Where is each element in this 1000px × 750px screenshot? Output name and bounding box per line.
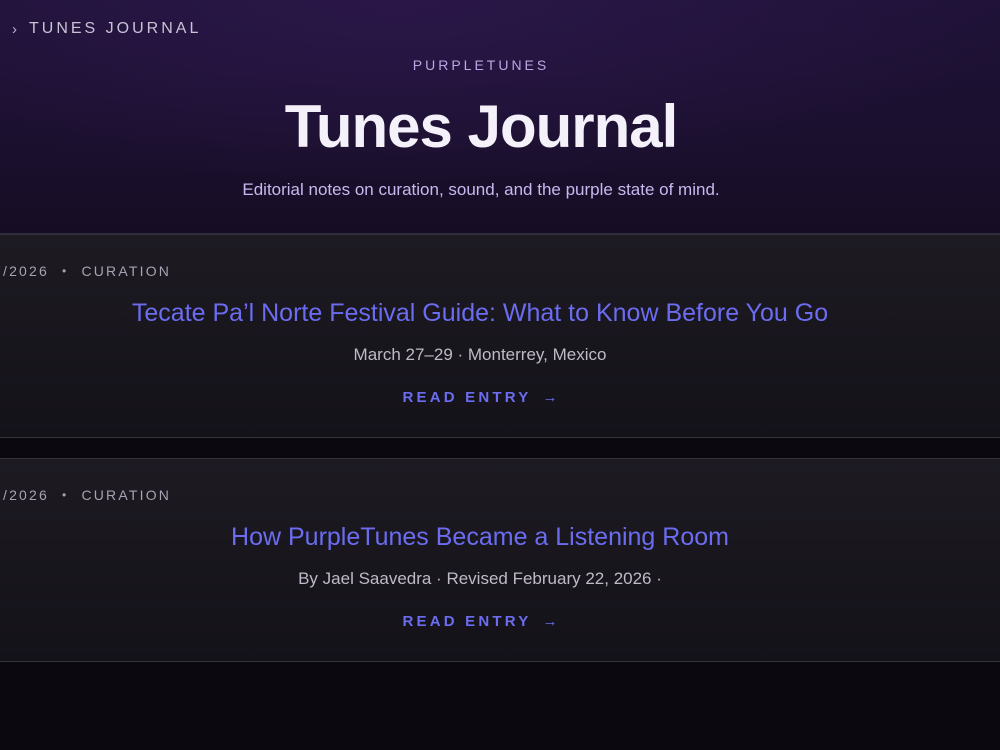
arrow-right-icon: → [542,389,558,406]
breadcrumb: › TUNES JOURNAL [12,20,201,38]
read-entry-link[interactable]: READ ENTRY → [0,389,962,406]
entry-meta: 7/2026 • CURATION [0,263,171,279]
entry-category[interactable]: CURATION [81,263,171,279]
entry-title-link[interactable]: Tecate Pa’l Norte Festival Guide: What t… [0,299,962,328]
page-title: Tunes Journal [284,93,679,160]
meta-dot-separator: • [62,264,69,278]
brand-label: PURPLETUNES [412,57,550,73]
read-entry-link[interactable]: READ ENTRY → [0,613,962,630]
entry-date: 7/2026 [0,263,50,279]
breadcrumb-current[interactable]: TUNES JOURNAL [29,20,201,38]
entry-subtitle: By Jael Saavedra · Revised February 22, … [298,569,662,588]
journal-entry-card: 2/2026 • CURATION How PurpleTunes Became… [0,458,1000,662]
meta-dot-separator: • [62,488,69,502]
hero-header: › TUNES JOURNAL PURPLETUNES Tunes Journa… [0,0,1000,234]
entry-category[interactable]: CURATION [81,487,171,503]
read-entry-label: READ ENTRY [402,389,532,406]
arrow-right-icon: → [542,613,558,630]
entry-meta: 2/2026 • CURATION [0,487,171,503]
chevron-right-icon: › [12,20,17,38]
entry-subtitle: March 27–29 · Monterrey, Mexico [353,345,607,364]
page: › TUNES JOURNAL PURPLETUNES Tunes Journa… [0,0,1000,750]
read-entry-label: READ ENTRY [402,613,532,630]
entry-date: 2/2026 [0,487,50,503]
page-subtitle: Editorial notes on curation, sound, and … [242,180,720,199]
entry-title-link[interactable]: How PurpleTunes Became a Listening Room [0,523,962,552]
journal-entry-card: 7/2026 • CURATION Tecate Pa’l Norte Fest… [0,234,1000,438]
